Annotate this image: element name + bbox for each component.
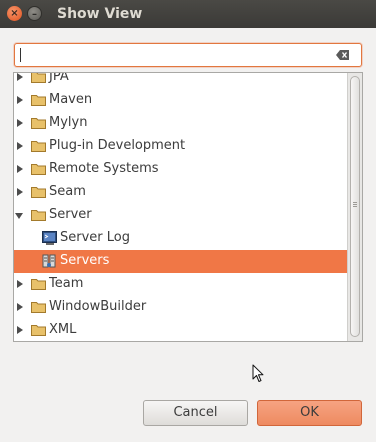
tree-item-label: Team [49, 276, 84, 291]
expand-arrow-icon[interactable] [17, 119, 23, 127]
cancel-button[interactable]: Cancel [143, 400, 248, 426]
vertical-scrollbar[interactable] [347, 73, 362, 341]
folder-icon [31, 73, 46, 83]
tree-item-label: JPA [49, 72, 69, 84]
tree-item-plug-in-development[interactable]: Plug-in Development [14, 135, 348, 158]
minimize-window-button[interactable]: – [27, 6, 42, 21]
collapse-arrow-icon[interactable] [15, 213, 23, 219]
folder-icon [31, 164, 46, 175]
scrollbar-thumb[interactable] [350, 76, 360, 337]
grip-line [353, 206, 357, 207]
tree-item-label: WindowBuilder [49, 299, 147, 314]
folder-icon [31, 118, 46, 129]
window-title: Show View [57, 6, 143, 22]
tree-item-xml[interactable]: XML [14, 319, 348, 341]
tree-item-label: Seam [49, 184, 86, 199]
folder-icon [31, 187, 46, 198]
filter-field[interactable] [14, 43, 362, 67]
folder-icon [31, 325, 46, 336]
expand-arrow-icon[interactable] [17, 142, 23, 150]
view-tree[interactable]: JPA Maven Mylyn Plug-in Development Remo… [13, 72, 363, 342]
folder-icon [31, 302, 46, 313]
tree-item-jpa[interactable]: JPA [14, 72, 348, 89]
tree-item-windowbuilder[interactable]: WindowBuilder [14, 296, 348, 319]
folder-icon [31, 279, 46, 290]
tree-item-label: Server Log [60, 230, 130, 245]
expand-arrow-icon[interactable] [17, 96, 23, 104]
close-window-button[interactable]: × [7, 6, 22, 21]
tree-item-team[interactable]: Team [14, 273, 348, 296]
folder-icon [31, 141, 46, 152]
tree-item-label: Servers [60, 253, 110, 268]
grip-line [353, 202, 357, 203]
tree-item-mylyn[interactable]: Mylyn [14, 112, 348, 135]
servers-icon [42, 254, 56, 268]
tree-item-servers[interactable]: Servers [14, 250, 348, 273]
server-log-icon [42, 231, 57, 245]
expand-arrow-icon[interactable] [17, 280, 23, 288]
folder-icon [31, 95, 46, 106]
tree-item-server[interactable]: Server [14, 204, 348, 227]
expand-arrow-icon[interactable] [17, 73, 23, 81]
tree-item-server-log[interactable]: Server Log [14, 227, 348, 250]
tree-item-seam[interactable]: Seam [14, 181, 348, 204]
tree-item-label: Server [49, 207, 92, 222]
expand-arrow-icon[interactable] [17, 326, 23, 334]
expand-arrow-icon[interactable] [17, 165, 23, 173]
grip-line [353, 204, 357, 205]
tree-item-label: Maven [49, 92, 93, 107]
tree-item-label: Plug-in Development [49, 138, 186, 153]
clear-filter-icon[interactable] [336, 50, 350, 60]
title-bar: × – Show View [0, 0, 376, 28]
tree-item-remote-systems[interactable]: Remote Systems [14, 158, 348, 181]
tree-item-label: Remote Systems [49, 161, 159, 176]
tree-item-maven[interactable]: Maven [14, 89, 348, 112]
folder-icon [31, 210, 46, 221]
tree-item-label: XML [49, 322, 77, 337]
expand-arrow-icon[interactable] [17, 188, 23, 196]
filter-input[interactable] [18, 46, 328, 64]
tree-item-label: Mylyn [49, 115, 88, 130]
expand-arrow-icon[interactable] [17, 303, 23, 311]
mouse-pointer-icon [252, 364, 264, 382]
ok-button[interactable]: OK [257, 400, 362, 426]
